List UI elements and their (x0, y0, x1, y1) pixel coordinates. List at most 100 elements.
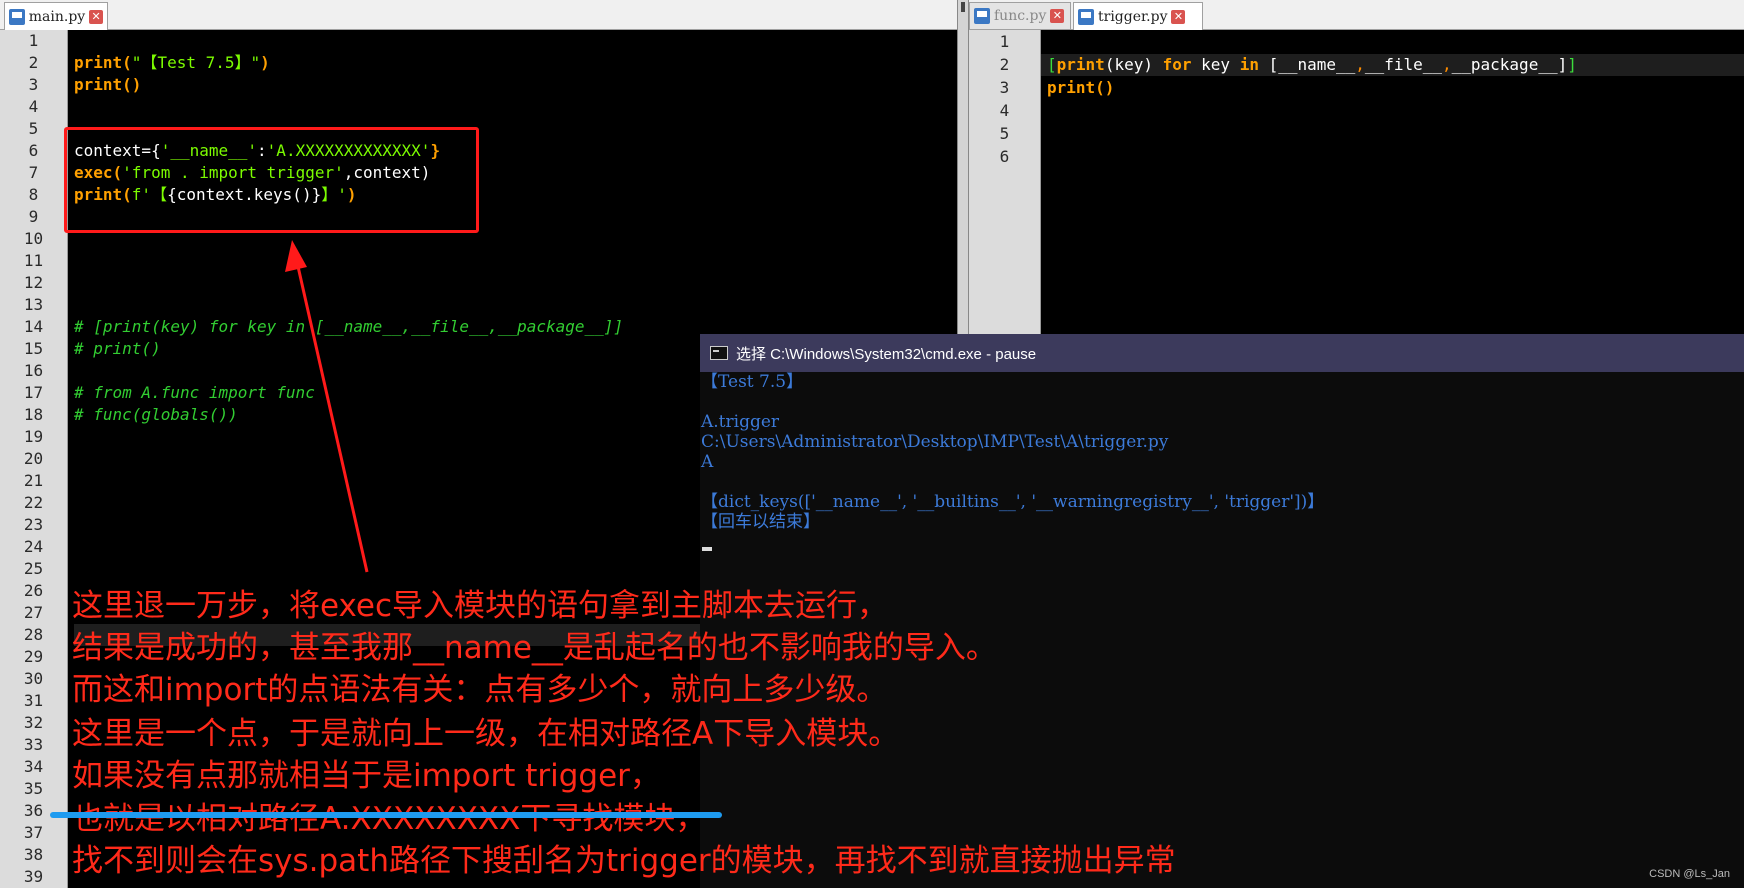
line-number: 29 (23, 647, 44, 666)
cmd-output-line: A.trigger (701, 412, 780, 432)
watermark: CSDN @Ls_Jan (1649, 868, 1730, 880)
line-number: 7 (28, 163, 39, 182)
line-number: 8 (28, 185, 39, 204)
line-number: 14 (23, 317, 44, 336)
line-number: 36 (23, 801, 44, 820)
line-number: 11 (23, 251, 44, 270)
line-number: 16 (23, 361, 44, 380)
code-token: key (1191, 55, 1240, 74)
line-number: 30 (23, 669, 44, 688)
line-number: 4 (999, 101, 1010, 120)
code-token: [ (1258, 55, 1279, 74)
code-token: print() (1047, 78, 1115, 97)
line-number: 1 (28, 31, 39, 50)
line-number: 3 (28, 75, 39, 94)
line-number: 20 (23, 449, 44, 468)
code-token: print( (74, 53, 132, 72)
cmd-output-line: 【回车以结束】 (701, 512, 820, 532)
line-number: 33 (23, 735, 44, 754)
code-token: (key) (1104, 55, 1163, 74)
close-icon[interactable]: ✕ (1171, 9, 1186, 24)
line-number: 25 (23, 559, 44, 578)
code-token: ) (260, 53, 270, 72)
code-line-2: [print(key) for key in [__name__,__file_… (1041, 54, 1744, 76)
line-number: 6 (999, 147, 1010, 166)
right-tab-bar: func.py ✕ trigger.py ✕ (969, 0, 1744, 30)
code-token: for (1162, 55, 1192, 74)
annotation-line-6: 也就是以相对路径A.XXXXXXXX下寻找模块， (72, 801, 707, 837)
annotation-line-3: 而这和import的点语法有关：点有多少个，就向上多少级。 (72, 672, 888, 708)
line-number: 18 (23, 405, 44, 424)
line-number: 3 (999, 78, 1010, 97)
line-number: 4 (28, 97, 39, 116)
line-number: 22 (23, 493, 44, 512)
line-number: 1 (999, 32, 1010, 51)
line-number: 24 (23, 537, 44, 556)
line-number: 37 (23, 823, 44, 842)
line-number: 5 (999, 124, 1010, 143)
line-number: 5 (28, 119, 39, 138)
tab-func-py[interactable]: func.py ✕ (969, 2, 1071, 29)
line-number: 26 (23, 581, 44, 600)
code-token: [ (1047, 55, 1057, 74)
line-number: 23 (23, 515, 44, 534)
line-number: 19 (23, 427, 44, 446)
line-number: 21 (23, 471, 44, 490)
line-number: 35 (23, 779, 44, 798)
code-token: "【Test 7.5】" (131, 53, 261, 72)
code-highlight-box (64, 127, 479, 233)
left-tab-bar: main.py ✕ (0, 0, 957, 30)
line-number: 10 (23, 229, 44, 248)
code-token: ] (1557, 55, 1568, 74)
line-number: 6 (28, 141, 39, 160)
annotation-line-1: 这里退一万步，将exec导入模块的语句拿到主脚本去运行， (72, 588, 889, 624)
code-token: __package__ (1451, 55, 1558, 74)
python-file-icon (1078, 8, 1094, 25)
code-token: in (1239, 55, 1259, 74)
cmd-title-bar[interactable]: 选择 C:\Windows\System32\cmd.exe - pause (700, 334, 1744, 372)
code-token: __file__ (1364, 55, 1442, 74)
line-number: 12 (23, 273, 44, 292)
cmd-output-line: 【Test 7.5】 (701, 372, 804, 392)
cmd-title-text: 选择 C:\Windows\System32\cmd.exe - pause (736, 345, 1037, 363)
cmd-cursor (702, 547, 712, 551)
annotation-line-4: 这里是一个点，于是就向上一级，在相对路径A下导入模块。 (72, 716, 900, 752)
line-number-gutter: 1 2 3 4 5 6 7 8 9 10 11 12 13 14 15 16 17 18 19 20 21 22 23 24 2… (0, 30, 68, 888)
tab-label: func.py (994, 8, 1047, 24)
code-token: , (1441, 55, 1452, 74)
code-token: ] (1567, 55, 1577, 74)
line-number: 32 (23, 713, 44, 732)
line-number: 9 (28, 207, 39, 226)
annotation-strike-line (50, 812, 722, 818)
cmd-output-line: A (701, 452, 714, 472)
line-number: 15 (23, 339, 44, 358)
annotation-line-7: 找不到则会在sys.path路径下搜刮名为trigger的模块，再找不到就直接抛… (72, 843, 1176, 879)
code-token: print() (74, 75, 142, 94)
line-number: 17 (23, 383, 44, 402)
line-number: 28 (23, 625, 44, 644)
line-number: 38 (23, 845, 44, 864)
tab-trigger-py[interactable]: trigger.py ✕ (1073, 2, 1203, 30)
annotation-line-2: 结果是成功的，甚至我那__name__是乱起名的也不影响我的导入。 (72, 630, 997, 666)
line-number: 31 (23, 691, 44, 710)
splitter-grip[interactable] (961, 2, 965, 12)
code-token: , (1355, 55, 1365, 74)
cmd-output-line: C:\Users\Administrator\Desktop\IMP\Test\… (701, 432, 1169, 452)
code-line-3: print() (74, 74, 957, 96)
line-number: 2 (28, 53, 39, 72)
python-file-icon (9, 8, 25, 25)
terminal-icon (710, 346, 728, 360)
line-number: 34 (23, 757, 44, 776)
tab-main-py[interactable]: main.py ✕ (4, 2, 108, 30)
python-file-icon (974, 8, 990, 24)
line-number: 39 (23, 867, 44, 886)
annotation-line-5: 如果没有点那就相当于是import trigger， (72, 758, 661, 794)
code-token: __name__ (1278, 55, 1356, 74)
code-token: print (1056, 55, 1105, 74)
cmd-output-line: 【dict_keys(['__name__', '__builtins__', … (701, 492, 1325, 512)
close-icon[interactable]: ✕ (89, 9, 103, 24)
code-line-3: print() (1041, 77, 1744, 99)
close-icon[interactable]: ✕ (1050, 9, 1065, 23)
code-line-2: print("【Test 7.5】") (74, 52, 957, 74)
line-number: 2 (999, 55, 1010, 74)
